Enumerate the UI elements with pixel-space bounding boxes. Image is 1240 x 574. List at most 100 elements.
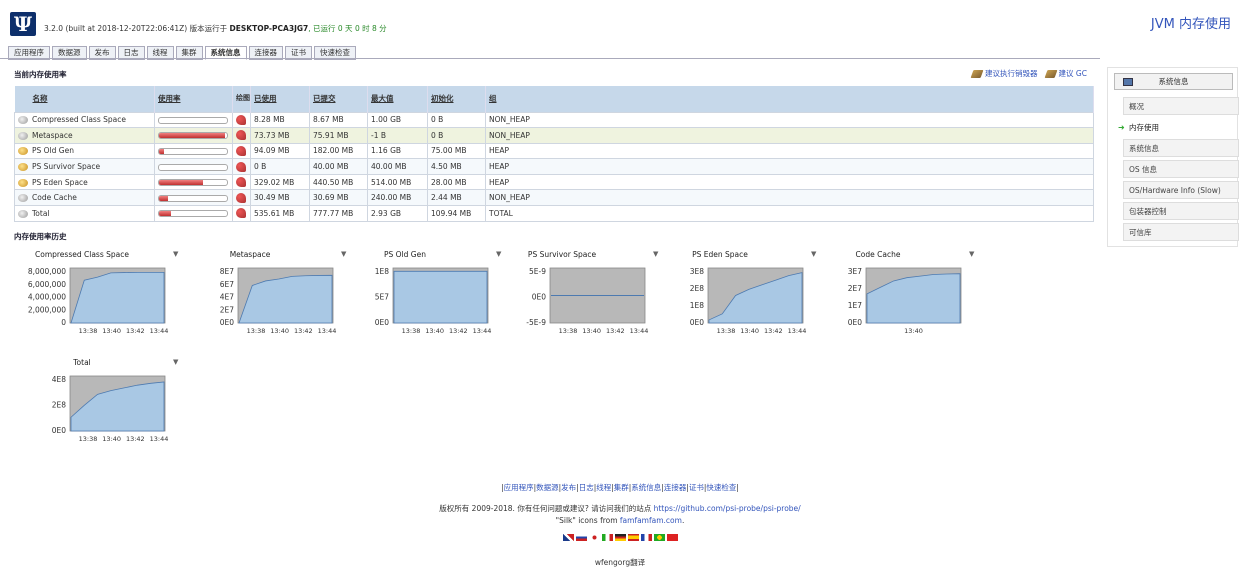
col-name[interactable]: 名称 xyxy=(14,86,155,112)
x-tick-label: 13:42 xyxy=(126,327,145,335)
translator-credit: wfengorg翻译 xyxy=(594,558,646,567)
plot-cell[interactable] xyxy=(232,189,251,207)
plot-chart-icon[interactable] xyxy=(236,114,246,125)
sidebar-item-5[interactable]: 包装器控制 xyxy=(1123,202,1239,220)
flag-es-icon[interactable] xyxy=(627,534,639,541)
footer-link-4[interactable]: 线程 xyxy=(596,483,611,492)
footer-link-6[interactable]: 系统信息 xyxy=(631,483,661,492)
plot-chart-icon[interactable] xyxy=(236,177,246,188)
site-link[interactable]: https://github.com/psi-probe/psi-probe/ xyxy=(654,504,801,513)
chart-menu-chevron-down-icon[interactable]: ▼ xyxy=(173,358,178,366)
col-init[interactable]: 初始化 xyxy=(427,86,486,112)
max-cell: 1.16 GB xyxy=(367,142,428,160)
famfamfam-link[interactable]: famfamfam.com xyxy=(620,516,682,525)
max-cell: 240.00 MB xyxy=(367,189,428,207)
flag-fr-icon[interactable] xyxy=(640,534,652,541)
sidebar-item-4[interactable]: OS/Hardware Info (Slow) xyxy=(1123,181,1239,199)
flag-jp-icon[interactable] xyxy=(588,534,600,541)
plot-cell[interactable] xyxy=(232,158,251,175)
y-tick-label: 4,000,000 xyxy=(28,293,66,302)
sidebar-item-2[interactable]: 系统信息 xyxy=(1123,139,1239,157)
uptime-text: , 已运行 0 天 0 时 8 分 xyxy=(308,24,387,33)
chart-title: Compressed Class Space xyxy=(35,250,129,259)
max-cell: 1.00 GB xyxy=(367,111,428,129)
x-tick-label: 13:42 xyxy=(449,327,468,335)
plot-chart-icon[interactable] xyxy=(236,161,246,172)
y-tick-label: 1E8 xyxy=(375,267,390,276)
current-usage-title: 当前内存使用率 xyxy=(14,70,67,79)
plot-chart-icon[interactable] xyxy=(236,192,246,203)
history-chart[interactable]: Total ▼ 4E8 2E8 0E0 13:38 13:40 13:42 13:44 xyxy=(12,358,179,453)
pool-name-cell: Metaspace xyxy=(14,127,155,144)
pool-name: Total xyxy=(32,208,50,218)
chart-menu-chevron-down-icon[interactable]: ▼ xyxy=(969,250,974,258)
history-chart[interactable]: Code Cache ▼ 3E7 2E7 1E7 0E0 13:40 xyxy=(808,250,975,345)
used-cell: 73.73 MB xyxy=(250,127,310,144)
plot-chart-icon[interactable] xyxy=(236,145,246,156)
used-cell: 94.09 MB xyxy=(250,142,310,160)
footer-link-9[interactable]: 快速检查 xyxy=(706,483,736,492)
y-tick-label: 0E0 xyxy=(690,318,705,327)
plot-cell[interactable] xyxy=(232,173,251,191)
computer-icon xyxy=(1123,78,1133,86)
plot-cell[interactable] xyxy=(232,142,251,160)
history-chart[interactable]: PS Eden Space ▼ 3E8 2E8 1E8 0E0 13:38 13:40 13:4… xyxy=(650,250,817,345)
usage-bar xyxy=(158,210,228,218)
history-chart[interactable]: PS Survivor Space ▼ 5E-9 0E0 -5E-9 13:38 13:40… xyxy=(492,250,658,345)
advise-gc-link[interactable]: 建议 GC xyxy=(1044,68,1087,79)
plot-cell[interactable] xyxy=(232,205,251,222)
col-group[interactable]: 组 xyxy=(485,86,1094,112)
footer-link-7[interactable]: 连接器 xyxy=(664,483,687,492)
flag-ru-icon[interactable] xyxy=(575,534,587,541)
heap-pool-icon xyxy=(18,178,28,187)
col-used[interactable]: 已使用 xyxy=(250,86,310,112)
init-cell: 75.00 MB xyxy=(427,142,486,160)
col-usage[interactable]: 使用率 xyxy=(154,86,233,112)
footer-link-5[interactable]: 集群 xyxy=(614,483,629,492)
plot-cell[interactable] xyxy=(232,111,251,129)
table-row: Total 535.61 MB 777.77 MB 2.93 GB 109.94 MB T… xyxy=(14,205,1094,222)
history-chart[interactable]: Metaspace ▼ 8E7 6E7 4E7 2E7 0E0 13:38 13:40 13:42… xyxy=(180,250,347,345)
footer-link-2[interactable]: 发布 xyxy=(561,483,576,492)
footer-link-0[interactable]: 应用程序 xyxy=(504,483,534,492)
flag-it-icon[interactable] xyxy=(601,534,613,541)
advise-finalizer-link[interactable]: 建议执行销毁器 xyxy=(970,68,1038,79)
pool-name: Compressed Class Space xyxy=(32,115,126,125)
flag-br-icon[interactable] xyxy=(653,534,665,541)
history-chart[interactable]: PS Old Gen ▼ 1E8 5E7 0E0 13:38 13:40 13:42 13:44 xyxy=(335,250,502,345)
usage-cell xyxy=(154,111,233,129)
flag-de-icon[interactable] xyxy=(614,534,626,541)
psi-probe-logo[interactable]: Ψ xyxy=(10,12,36,36)
usage-bar-fill xyxy=(159,180,203,186)
memory-pool-table: 名称 使用率 绘图 已使用 已提交 最大值 初始化 组 Compressed C… xyxy=(14,86,1094,222)
y-tick-label: 2E8 xyxy=(52,401,67,410)
y-tick-label: 1E8 xyxy=(690,301,705,310)
plot-chart-icon[interactable] xyxy=(236,130,246,141)
y-tick-label: 2E7 xyxy=(220,305,235,314)
used-cell: 0 B xyxy=(250,158,310,175)
flag-cn-icon[interactable] xyxy=(666,534,678,541)
sidebar-item-6[interactable]: 可信库 xyxy=(1123,223,1239,241)
plot-chart-icon[interactable] xyxy=(236,208,246,219)
committed-cell: 440.50 MB xyxy=(309,173,368,191)
sidebar-item-1[interactable]: 内存使用 xyxy=(1114,118,1230,136)
y-tick-label: 0E0 xyxy=(52,426,67,435)
footer-link-8[interactable]: 证书 xyxy=(689,483,704,492)
footer-link-1[interactable]: 数据源 xyxy=(536,483,559,492)
plot-cell[interactable] xyxy=(232,127,251,144)
col-max[interactable]: 最大值 xyxy=(367,86,428,112)
col-committed[interactable]: 已提交 xyxy=(309,86,368,112)
y-tick-label: 3E8 xyxy=(690,267,705,276)
group-cell: NON_HEAP xyxy=(485,127,1094,144)
sidebar-header[interactable]: 系统信息 xyxy=(1114,73,1233,90)
flag-uk-icon[interactable] xyxy=(562,534,574,541)
y-tick-label: 6E7 xyxy=(220,280,235,289)
usage-cell xyxy=(154,127,233,144)
used-cell: 329.02 MB xyxy=(250,173,310,191)
footer-link-3[interactable]: 日志 xyxy=(579,483,594,492)
y-tick-label: 2E7 xyxy=(848,284,863,293)
sidebar-item-0[interactable]: 概况 xyxy=(1123,97,1239,115)
chart-menu-chevron-down-icon[interactable]: ▼ xyxy=(173,250,178,258)
sidebar-item-3[interactable]: OS 信息 xyxy=(1123,160,1239,178)
history-chart[interactable]: Compressed Class Space ▼ 8,000,000 6,000,00… xyxy=(12,250,179,345)
